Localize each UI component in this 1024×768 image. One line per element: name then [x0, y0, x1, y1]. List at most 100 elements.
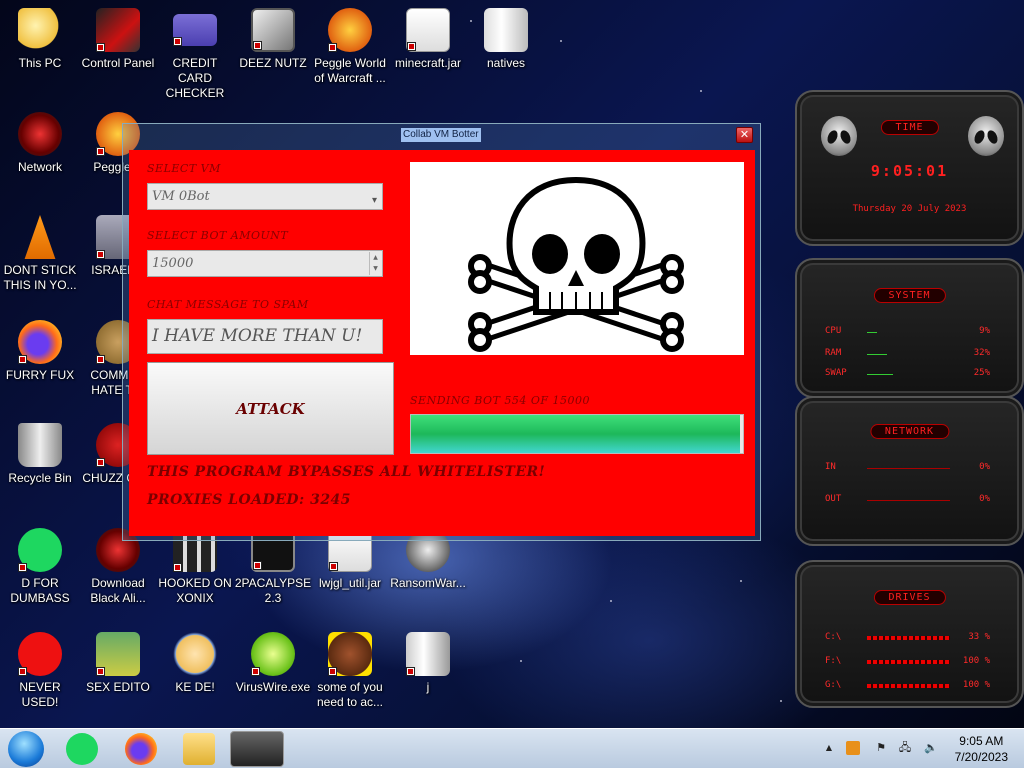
system-header: SYSTEM — [873, 288, 946, 303]
desktop-icon-credit-card-checker[interactable]: CREDIT CARD CHECKER — [155, 8, 235, 101]
row-value: 32% — [973, 348, 990, 358]
desktop-icon-ke-de[interactable]: KE DE! — [155, 632, 235, 695]
desktop-icon-viruswire[interactable]: VirusWire.exe — [233, 632, 313, 695]
tray-app-icon[interactable] — [846, 741, 860, 755]
row-label: CPU — [825, 326, 842, 336]
drives-gadget[interactable]: DRIVES C:\ 33 % F:\ 100 % G:\ 100 % — [795, 560, 1024, 708]
row-value: 9% — [979, 326, 990, 336]
icon-label: j — [426, 680, 430, 694]
cpu-row: CPU 9% — [825, 326, 990, 340]
star — [780, 700, 782, 702]
desktop-icon-this-pc[interactable]: This PC — [0, 8, 80, 71]
close-button[interactable]: ✕ — [736, 127, 753, 143]
flag-icon[interactable]: ⚑ — [874, 741, 888, 755]
row-value: 33 % — [968, 632, 990, 642]
skull-image — [410, 162, 744, 355]
taskbar-app-green-icon[interactable] — [66, 733, 98, 765]
drive-g-row: G:\ 100 % — [825, 680, 990, 694]
taskbar-explorer-icon[interactable] — [183, 733, 215, 765]
row-label: G:\ — [825, 680, 842, 690]
hex-editor-icon — [96, 632, 140, 676]
bot-amount-value: 15000 — [152, 256, 194, 271]
stepper-arrows-icon[interactable]: ▲ ▼ — [369, 252, 381, 275]
row-value: 0% — [979, 494, 990, 504]
icon-label: Peggle World of Warcraft ... — [314, 56, 386, 85]
bot-amount-stepper[interactable]: 15000 ▲ ▼ — [147, 250, 383, 277]
icon-label: Network — [17, 160, 62, 174]
dev-cpp-icon — [18, 632, 62, 676]
skull-crossbones-icon — [468, 176, 684, 352]
desktop-icon-j[interactable]: j — [388, 632, 468, 695]
desktop-icon-network[interactable]: Network — [0, 112, 80, 175]
icon-label: DEEZ NUTZ — [239, 56, 307, 70]
system-gadget[interactable]: SYSTEM CPU 9% RAM 32% SWAP 25% — [795, 258, 1024, 398]
credit-card-icon — [173, 14, 217, 46]
row-label: SWAP — [825, 368, 847, 378]
icon-label: VirusWire.exe — [235, 680, 311, 694]
icon-label: lwjgl_util.jar — [318, 576, 382, 590]
vm-select[interactable]: VM 0Bot — [147, 183, 383, 213]
taskbar-clock[interactable]: 9:05 AM 7/20/2023 — [955, 733, 1008, 765]
row-label: RAM — [825, 348, 842, 358]
taskbar-date: 7/20/2023 — [954, 750, 1008, 764]
network-icon[interactable]: 🖧 — [898, 741, 912, 755]
desktop-icon-minecraft-jar[interactable]: minecraft.jar — [388, 8, 468, 71]
net-in-row: IN 0% — [825, 462, 990, 476]
attack-button[interactable]: ATTACK — [147, 362, 394, 455]
select-vm-label: SELECT VM — [147, 162, 221, 175]
volume-icon[interactable]: 🔈 — [924, 741, 938, 755]
this-pc-icon — [18, 8, 62, 52]
desktop-icon-sex-editor[interactable]: SEX EDITO — [78, 632, 158, 695]
row-value: 100 % — [962, 680, 990, 690]
taskbar: ▲ ⚑ 🖧 🔈 9:05 AM 7/20/2023 — [0, 728, 1024, 768]
swap-row: SWAP 25% — [825, 368, 990, 382]
swap-graph — [867, 374, 893, 375]
net-out-row: OUT 0% — [825, 494, 990, 508]
icon-label: minecraft.jar — [394, 56, 462, 70]
desktop-icon-deez-nutz[interactable]: DEEZ NUTZ — [233, 8, 313, 71]
network-gadget[interactable]: NETWORK IN 0% OUT 0% — [795, 396, 1024, 546]
gadget-date: Thursday 20 July 2023 — [852, 204, 967, 214]
desktop-icon-d-for-dumbass[interactable]: D FOR DUMBASS — [0, 528, 80, 606]
drive-f-row: F:\ 100 % — [825, 656, 990, 670]
vlc-cone-icon — [24, 215, 56, 259]
peggle-icon — [328, 8, 372, 52]
folder-icon — [484, 8, 528, 52]
ram-row: RAM 32% — [825, 348, 990, 362]
desktop-icon-dont-stick[interactable]: DONT STICK THIS IN YO... — [0, 215, 80, 293]
cpu-graph — [867, 332, 877, 333]
desktop-icon-recycle-bin[interactable]: Recycle Bin — [0, 423, 80, 486]
desktop-icon-some-of-you[interactable]: some of you need to ac... — [310, 632, 390, 710]
tray-overflow-arrow[interactable]: ▲ — [822, 741, 836, 755]
start-button[interactable] — [8, 731, 44, 767]
icon-label: natives — [486, 56, 526, 70]
star — [740, 580, 742, 582]
desktop-icon-furry-fux[interactable]: FURRY FUX — [0, 320, 80, 383]
icon-label: HOOKED ON XONIX — [158, 576, 232, 605]
time-gadget[interactable]: TIME 9:05:01 Thursday 20 July 2023 — [795, 90, 1024, 246]
star — [560, 40, 562, 42]
icon-label: FURRY FUX — [5, 368, 75, 382]
drives-header: DRIVES — [873, 590, 946, 605]
taskbar-botter-app-icon[interactable] — [230, 731, 284, 767]
taskbar-firefox-icon[interactable] — [125, 733, 157, 765]
row-label: F:\ — [825, 656, 842, 666]
icon-label: SEX EDITO — [86, 680, 150, 694]
network-header: NETWORK — [869, 424, 950, 439]
bot-amount-label: SELECT BOT AMOUNT — [147, 229, 289, 242]
star — [610, 600, 612, 602]
collab-vm-botter-window[interactable]: Collab VM Botter ✕ SELECT VM VM 0Bot SEL… — [122, 123, 761, 541]
chat-message-input[interactable]: I HAVE MORE THAN U! — [147, 319, 383, 354]
desktop-icon-never-used[interactable]: NEVER USED! — [0, 632, 80, 710]
net-in-graph — [867, 468, 950, 469]
alien-network-icon — [18, 112, 62, 156]
progress-fill — [411, 415, 740, 453]
icon-label: 2PACALYPSE 2.3 — [234, 576, 312, 605]
alien-head-icon — [968, 116, 1004, 156]
desktop-icon-natives[interactable]: natives — [466, 8, 546, 71]
icon-label: RansomWar... — [390, 576, 466, 590]
desktop-icon-control-panel[interactable]: Control Panel — [78, 8, 158, 71]
lime-icon — [251, 632, 295, 676]
desktop-icon-peggle-wow[interactable]: Peggle World of Warcraft ... — [310, 8, 390, 86]
time-header: TIME — [880, 120, 939, 135]
